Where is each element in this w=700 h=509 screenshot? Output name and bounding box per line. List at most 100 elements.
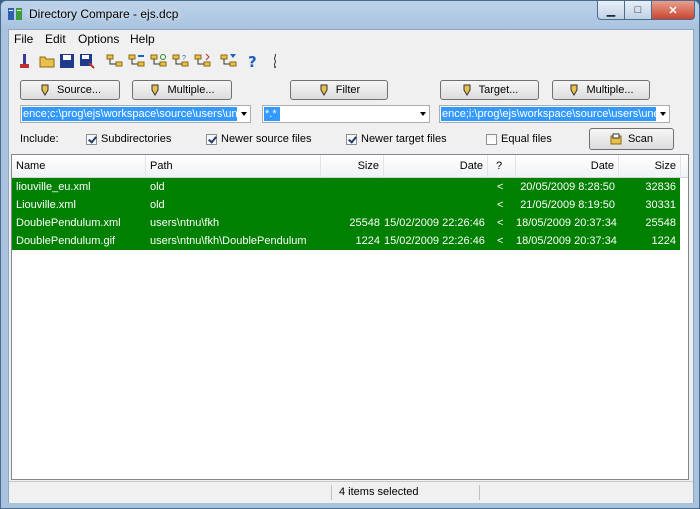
menu-file[interactable]: File	[14, 32, 33, 46]
save-icon[interactable]	[57, 51, 77, 71]
cell-size2: 1224	[651, 235, 676, 247]
maximize-button[interactable]: □	[624, 1, 652, 20]
tree-sync-icon[interactable]	[149, 51, 169, 71]
scan-icon	[610, 133, 622, 145]
newer-source-checkbox[interactable]	[206, 134, 217, 145]
filter-button[interactable]: Filter	[290, 80, 388, 100]
cell-date2: 21/05/2009 8:19:50	[520, 199, 615, 211]
svg-text:?: ?	[182, 55, 186, 62]
source-button-label: Source...	[56, 84, 102, 96]
file-list[interactable]: Name Path Size Date ? Date Size liouvill…	[11, 154, 689, 480]
subdirectories-label[interactable]: Subdirectories	[101, 133, 171, 145]
cell-date2: 18/05/2009 20:37:34	[516, 217, 617, 229]
scan-button[interactable]: Scan	[589, 128, 674, 150]
pen-icon	[463, 84, 471, 96]
tree-compare-icon[interactable]	[105, 51, 125, 71]
multiple-source-button[interactable]: Multiple...	[132, 80, 232, 100]
dropdown-arrow-icon[interactable]	[241, 112, 247, 116]
menu-options[interactable]: Options	[78, 32, 119, 46]
column-date[interactable]: Date	[384, 155, 488, 177]
newer-target-label[interactable]: Newer target files	[361, 133, 447, 145]
filter-combo[interactable]: *.*	[262, 105, 430, 123]
cell-name: Liouville.xml	[16, 199, 76, 211]
cell-size: 1224	[355, 235, 380, 247]
cell-path: users\ntnu\fkh	[150, 217, 220, 229]
cell-size: 25548	[349, 217, 380, 229]
target-path-value: ence;i:\prog\ejs\workspace\source\users\…	[441, 107, 656, 121]
newer-target-checkbox[interactable]	[346, 134, 357, 145]
pen-icon	[41, 84, 49, 96]
column-size[interactable]: Size	[321, 155, 384, 177]
target-path-combo[interactable]: ence;i:\prog\ejs\workspace\source\users\…	[439, 105, 670, 123]
cell-size2: 30331	[645, 199, 676, 211]
close-button[interactable]: ✕	[651, 1, 695, 20]
menu-help[interactable]: Help	[130, 32, 155, 46]
wizard-icon[interactable]	[15, 51, 35, 71]
status-separator	[479, 485, 480, 500]
cell-q: <	[497, 199, 504, 211]
status-bar: 4 items selected	[9, 481, 693, 503]
help-icon[interactable]: ?	[243, 51, 263, 71]
multiple-target-button[interactable]: Multiple...	[552, 80, 650, 100]
filter-value: *.*	[264, 107, 280, 121]
cell-date	[384, 196, 484, 214]
source-path-combo[interactable]: ence;c:\prog\ejs\workspace\source\users\…	[20, 105, 251, 123]
cell-size2: 25548	[645, 217, 676, 229]
table-row[interactable]: Liouville.xml old <21/05/2009 8:19:50 30331	[12, 196, 680, 214]
tree-right-icon[interactable]	[193, 51, 213, 71]
target-button[interactable]: Target...	[440, 80, 539, 100]
svg-text:?: ?	[248, 53, 257, 69]
column-status[interactable]: ?	[488, 155, 516, 177]
column-path[interactable]: Path	[146, 155, 321, 177]
cell-name: DoublePendulum.xml	[16, 217, 121, 229]
cell-date: 15/02/2009 22:26:46	[384, 217, 485, 229]
column-target-size[interactable]: Size	[619, 155, 681, 177]
cell-q: <	[497, 217, 504, 229]
tree-question-icon[interactable]: ?	[171, 51, 191, 71]
cell-path: old	[150, 199, 165, 211]
dropdown-arrow-icon[interactable]	[420, 112, 426, 116]
pen-icon	[151, 84, 159, 96]
tree-left-icon[interactable]	[127, 51, 147, 71]
multiple-source-label: Multiple...	[167, 84, 215, 96]
column-target-date[interactable]: Date	[516, 155, 619, 177]
pen-icon	[570, 84, 578, 96]
status-separator	[331, 485, 332, 500]
subdirectories-checkbox[interactable]	[86, 134, 97, 145]
cell-path: old	[150, 181, 165, 193]
save-as-icon[interactable]	[77, 51, 97, 71]
table-row[interactable]: DoublePendulum.xml users\ntnu\fkh 25548 15/…	[12, 214, 680, 232]
menu-edit[interactable]: Edit	[45, 32, 66, 46]
cell-name: DoublePendulum.gif	[16, 235, 116, 247]
minimize-button[interactable]: ▁	[597, 1, 625, 20]
list-header: Name Path Size Date ? Date Size	[12, 155, 688, 178]
cell-date2: 18/05/2009 20:37:34	[516, 235, 617, 247]
column-name[interactable]: Name	[12, 155, 146, 177]
cell-date	[384, 178, 484, 196]
app-icon	[8, 8, 22, 20]
open-folder-icon[interactable]	[37, 51, 57, 71]
app-window: Directory Compare - ejs.dcp ▁ □ ✕ File E…	[0, 0, 700, 509]
table-row[interactable]: DoublePendulum.gif users\ntnu\fkh\DoubleP…	[12, 232, 680, 250]
filter-button-label: Filter	[335, 84, 361, 96]
newer-source-label[interactable]: Newer source files	[221, 133, 311, 145]
title-bar[interactable]: Directory Compare - ejs.dcp ▁ □ ✕	[1, 1, 699, 27]
cell-date2: 20/05/2009 8:28:50	[520, 181, 615, 193]
pen-icon	[320, 84, 328, 96]
cell-q: <	[497, 235, 504, 247]
table-row[interactable]: liouville_eu.xml old <20/05/2009 8:28:50 32…	[12, 178, 680, 196]
source-path-value: ence;c:\prog\ejs\workspace\source\users\…	[22, 107, 237, 121]
target-button-label: Target...	[478, 84, 519, 96]
window-title: Directory Compare - ejs.dcp	[29, 7, 179, 21]
cell-size2: 32836	[645, 181, 676, 193]
tree-filter-icon[interactable]	[219, 51, 239, 71]
info-icon[interactable]	[265, 51, 285, 71]
include-label: Include:	[20, 133, 59, 145]
cell-size	[321, 196, 380, 214]
cell-date: 15/02/2009 22:26:46	[384, 235, 485, 247]
equal-files-label[interactable]: Equal files	[501, 133, 552, 145]
dropdown-arrow-icon[interactable]	[660, 112, 666, 116]
source-button[interactable]: Source...	[20, 80, 120, 100]
cell-size	[321, 178, 380, 196]
equal-files-checkbox[interactable]	[486, 134, 497, 145]
